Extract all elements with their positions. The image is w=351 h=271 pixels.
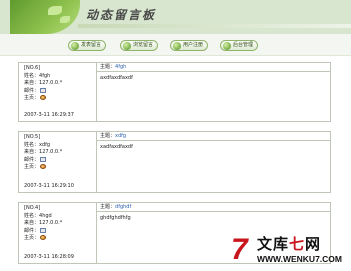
homepage-icon[interactable] bbox=[40, 235, 47, 240]
author-panel: [NO.5] 姓名：xdfg 来自：127.0.0.* 邮件： 主页： 2007… bbox=[19, 132, 97, 192]
author-name-row: 姓名：4hgd bbox=[24, 212, 52, 219]
homepage-row: 主页： bbox=[24, 164, 96, 172]
post-time: 2007-3-11 16:29:37 bbox=[24, 112, 74, 118]
header-banner: 动态留言板 bbox=[0, 0, 351, 34]
homepage-icon[interactable] bbox=[40, 95, 47, 100]
nav-label: 用户注册 bbox=[183, 42, 204, 48]
author-source-row: 来自：127.0.0.* bbox=[24, 149, 63, 155]
author-name: 4hgd bbox=[39, 212, 52, 219]
admin-icon bbox=[223, 42, 231, 50]
subject-bar: 主题：dfghdf bbox=[97, 203, 330, 212]
entry-number: [NO.5] bbox=[24, 134, 41, 140]
nav-post-message[interactable]: 发表留言 bbox=[68, 40, 107, 51]
nav-label: 浏览留言 bbox=[133, 42, 154, 48]
subject-bar: 主题：4fgh bbox=[97, 63, 330, 72]
message-panel: 主题：xdfg xadfaxdfaxdf bbox=[97, 132, 330, 192]
leaf-decoration bbox=[48, 6, 62, 15]
author-panel: [NO.4] 姓名：4hgd 来自：127.0.0.* 邮件： 主页： 2007… bbox=[19, 203, 97, 263]
email-row: 邮件： bbox=[24, 87, 96, 96]
watermark-name: 文库七网 bbox=[257, 235, 322, 253]
author-source-row: 来自：127.0.0.* bbox=[24, 220, 63, 226]
message-panel: 主题：4fgh axdfaxdfaxdf bbox=[97, 63, 330, 121]
nav-label: 后台管理 bbox=[233, 42, 254, 48]
watermark-url: WWW.WENKU7.COM bbox=[257, 254, 342, 264]
header-underline bbox=[78, 24, 351, 28]
nav-register[interactable]: 用户注册 bbox=[170, 40, 209, 51]
email-icon[interactable] bbox=[40, 227, 47, 233]
leaf-decoration bbox=[60, 16, 70, 23]
nav-admin[interactable]: 后台管理 bbox=[220, 40, 259, 51]
author-ip: 127.0.0.* bbox=[39, 80, 63, 86]
nav-label: 发表留言 bbox=[81, 42, 102, 48]
entry-number: [NO.6] bbox=[24, 65, 41, 71]
author-panel: [NO.6] 姓名：4fgh 来自：127.0.0.* 邮件： 主页： 2007… bbox=[19, 63, 97, 121]
author-ip: 127.0.0.* bbox=[39, 220, 63, 226]
message-content: ghdfghdfhfg bbox=[100, 215, 131, 221]
author-name: xdfg bbox=[39, 141, 51, 148]
homepage-icon[interactable] bbox=[40, 164, 47, 169]
watermark: 7 文库七网 WWW.WENKU7.COM bbox=[231, 233, 342, 266]
email-row: 邮件： bbox=[24, 156, 96, 165]
email-icon[interactable] bbox=[40, 156, 47, 162]
message-entry: [NO.5] 姓名：xdfg 来自：127.0.0.* 邮件： 主页： 2007… bbox=[18, 131, 331, 193]
nav-bar: 发表留言 浏览留言 用户注册 后台管理 bbox=[0, 34, 351, 56]
author-source-row: 来自：127.0.0.* bbox=[24, 80, 63, 86]
homepage-row: 主页： bbox=[24, 95, 96, 103]
subject-bar: 主题：xdfg bbox=[97, 132, 330, 141]
email-icon[interactable] bbox=[40, 87, 47, 93]
subject-value: xdfg bbox=[115, 133, 127, 139]
browse-messages-icon bbox=[123, 42, 131, 50]
message-entry: [NO.6] 姓名：4fgh 来自：127.0.0.* 邮件： 主页： 2007… bbox=[18, 62, 331, 122]
post-message-icon bbox=[71, 42, 79, 50]
author-name-row: 姓名：xdfg bbox=[24, 141, 51, 148]
email-row: 邮件： bbox=[24, 227, 96, 236]
message-content: axdfaxdfaxdf bbox=[100, 75, 133, 81]
post-time: 2007-3-11 16:28:09 bbox=[24, 254, 74, 260]
subject-value: 4fgh bbox=[115, 64, 127, 70]
nav-browse-messages[interactable]: 浏览留言 bbox=[120, 40, 159, 51]
homepage-row: 主页： bbox=[24, 235, 96, 243]
post-time: 2007-3-11 16:29:10 bbox=[24, 183, 74, 189]
entry-number: [NO.4] bbox=[24, 205, 41, 211]
message-content: xadfaxdfaxdf bbox=[100, 144, 133, 150]
page-title: 动态留言板 bbox=[86, 8, 157, 22]
author-name: 4fgh bbox=[39, 72, 51, 79]
watermark-logo: 7 bbox=[231, 233, 248, 266]
author-name-row: 姓名：4fgh bbox=[24, 72, 51, 79]
author-ip: 127.0.0.* bbox=[39, 149, 63, 155]
register-icon bbox=[173, 42, 181, 50]
subject-value: dfghdf bbox=[115, 204, 132, 210]
